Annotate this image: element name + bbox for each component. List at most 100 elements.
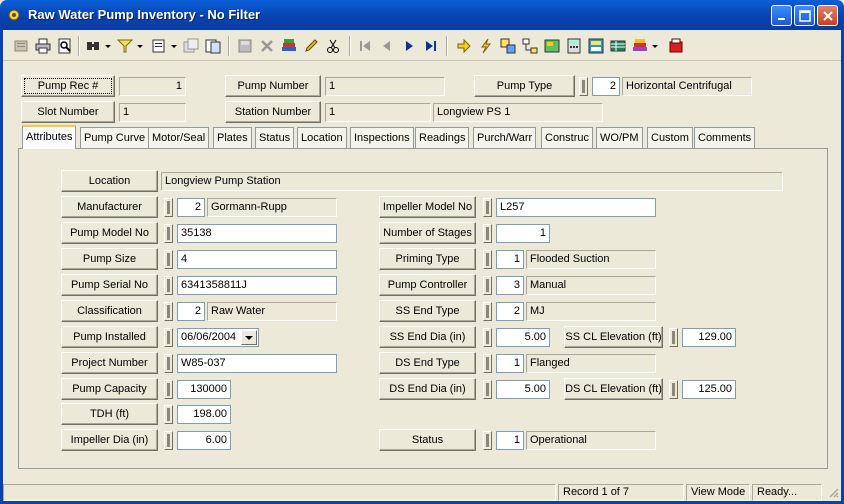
tdh-field[interactable]: 198.00 — [177, 405, 231, 424]
ss-cl-elevation-field[interactable]: 129.00 — [682, 328, 736, 347]
last-record-button[interactable] — [421, 36, 441, 56]
report-button[interactable] — [586, 36, 606, 56]
hierarchy-button[interactable] — [520, 36, 540, 56]
controller-grip[interactable] — [483, 276, 492, 295]
first-record-button[interactable] — [355, 36, 375, 56]
ss-end-type-grip[interactable] — [483, 302, 492, 321]
ss-end-dia-field[interactable]: 5.00 — [496, 328, 550, 347]
save-button[interactable] — [235, 36, 255, 56]
cut-button[interactable] — [323, 36, 343, 56]
prev-record-button[interactable] — [377, 36, 397, 56]
find-button[interactable] — [83, 36, 103, 56]
books-button[interactable] — [279, 36, 299, 56]
library-button[interactable] — [630, 36, 650, 56]
controller-button[interactable]: Pump Controller — [379, 274, 476, 296]
tab-custom[interactable]: Custom — [647, 127, 693, 148]
table-button[interactable] — [608, 36, 628, 56]
delete-button[interactable] — [257, 36, 277, 56]
minimize-button[interactable] — [771, 5, 792, 26]
manufacturer-grip[interactable] — [164, 198, 173, 217]
location-button[interactable]: Location — [61, 170, 158, 192]
ss-cl-elevation-button[interactable]: SS CL Elevation (ft) — [564, 326, 663, 348]
edit-button[interactable] — [301, 36, 321, 56]
classification-button[interactable]: Classification — [61, 300, 158, 322]
impeller-model-grip[interactable] — [483, 198, 492, 217]
lightning-button[interactable] — [476, 36, 496, 56]
pump-capacity-field[interactable]: 130000 — [177, 380, 231, 399]
ds-end-type-grip[interactable] — [483, 354, 492, 373]
manufacturer-button[interactable]: Manufacturer — [61, 196, 158, 218]
tab-comments[interactable]: Comments — [694, 127, 756, 148]
tab-readings[interactable]: Readings — [415, 127, 470, 148]
ss-end-type-button[interactable]: SS End Type — [379, 300, 476, 322]
ss-end-type-code-field[interactable]: 2 — [496, 302, 524, 321]
station-number-button[interactable]: Station Number — [225, 101, 321, 123]
pump-installed-grip[interactable] — [164, 328, 173, 347]
calculator-button[interactable] — [564, 36, 584, 56]
slot-number-button[interactable]: Slot Number — [21, 101, 115, 123]
copy-record-button[interactable] — [181, 36, 201, 56]
ds-cl-elevation-button[interactable]: DS CL Elevation (ft) — [564, 378, 663, 400]
ss-end-dia-grip[interactable] — [483, 328, 492, 347]
linked-records-button[interactable] — [498, 36, 518, 56]
tab-location[interactable]: Location — [297, 127, 347, 148]
tdh-button[interactable]: TDH (ft) — [61, 403, 158, 425]
tab-inspections[interactable]: Inspections — [350, 127, 414, 148]
tab-attributes[interactable]: Attributes — [22, 125, 77, 149]
new-record-button[interactable] — [11, 36, 31, 56]
tab-pump-curve[interactable]: Pump Curve — [80, 127, 150, 148]
title-bar[interactable]: Raw Water Pump Inventory - No Filter — [0, 0, 844, 30]
priming-code-field[interactable]: 1 — [496, 250, 524, 269]
impeller-dia-button[interactable]: Impeller Dia (in) — [61, 429, 158, 451]
tab-purch-warr[interactable]: Purch/Warr — [473, 127, 537, 148]
filter-button[interactable] — [115, 36, 135, 56]
pump-type-code-field[interactable]: 2 — [592, 77, 620, 96]
pump-installed-button[interactable]: Pump Installed — [61, 326, 158, 348]
status-button[interactable]: Status — [379, 429, 476, 451]
stages-grip[interactable] — [483, 224, 492, 243]
impeller-model-field[interactable]: L257 — [496, 198, 656, 217]
ss-cl-elevation-grip[interactable] — [669, 328, 678, 347]
tdh-grip[interactable] — [164, 405, 173, 424]
pump-type-button[interactable]: Pump Type — [474, 75, 575, 97]
status-grip[interactable] — [483, 431, 492, 450]
impeller-dia-field[interactable]: 6.00 — [177, 431, 231, 450]
tab-plates[interactable]: Plates — [213, 127, 252, 148]
pump-serial-field[interactable]: 6341358811J — [177, 276, 337, 295]
ds-cl-elevation-grip[interactable] — [669, 380, 678, 399]
ss-end-dia-button[interactable]: SS End Dia (in) — [379, 326, 476, 348]
classification-code-field[interactable]: 2 — [177, 302, 205, 321]
project-number-field[interactable]: W85-037 — [177, 354, 337, 373]
pump-serial-grip[interactable] — [164, 276, 173, 295]
pump-size-button[interactable]: Pump Size — [61, 248, 158, 270]
maximize-button[interactable] — [794, 5, 815, 26]
ds-cl-elevation-field[interactable]: 125.00 — [682, 380, 736, 399]
priming-button[interactable]: Priming Type — [379, 248, 476, 270]
tab-construc[interactable]: Construc — [541, 127, 594, 148]
date-dropdown-button[interactable] — [241, 330, 257, 345]
status-code-field[interactable]: 1 — [496, 431, 524, 450]
classification-grip[interactable] — [164, 302, 173, 321]
stages-button[interactable]: Number of Stages — [379, 222, 476, 244]
goto-button[interactable] — [454, 36, 474, 56]
exit-button[interactable] — [666, 36, 686, 56]
stages-field[interactable]: 1 — [496, 224, 550, 243]
tab-wo-pm[interactable]: WO/PM — [596, 127, 643, 148]
tab-status[interactable]: Status — [255, 127, 295, 148]
impeller-dia-grip[interactable] — [164, 431, 173, 450]
ds-end-dia-field[interactable]: 5.00 — [496, 380, 550, 399]
controller-code-field[interactable]: 3 — [496, 276, 524, 295]
ds-end-dia-grip[interactable] — [483, 380, 492, 399]
clone-button[interactable] — [203, 36, 223, 56]
pump-type-grip[interactable] — [579, 77, 588, 96]
find-dropdown[interactable] — [104, 36, 112, 56]
pump-model-grip[interactable] — [164, 224, 173, 243]
impeller-model-button[interactable]: Impeller Model No — [379, 196, 476, 218]
ds-end-type-button[interactable]: DS End Type — [379, 352, 476, 374]
project-number-grip[interactable] — [164, 354, 173, 373]
view-button[interactable] — [149, 36, 169, 56]
tab-motor-seal[interactable]: Motor/Seal — [148, 127, 210, 148]
ds-end-type-code-field[interactable]: 1 — [496, 354, 524, 373]
view-dropdown[interactable] — [170, 36, 178, 56]
next-record-button[interactable] — [399, 36, 419, 56]
